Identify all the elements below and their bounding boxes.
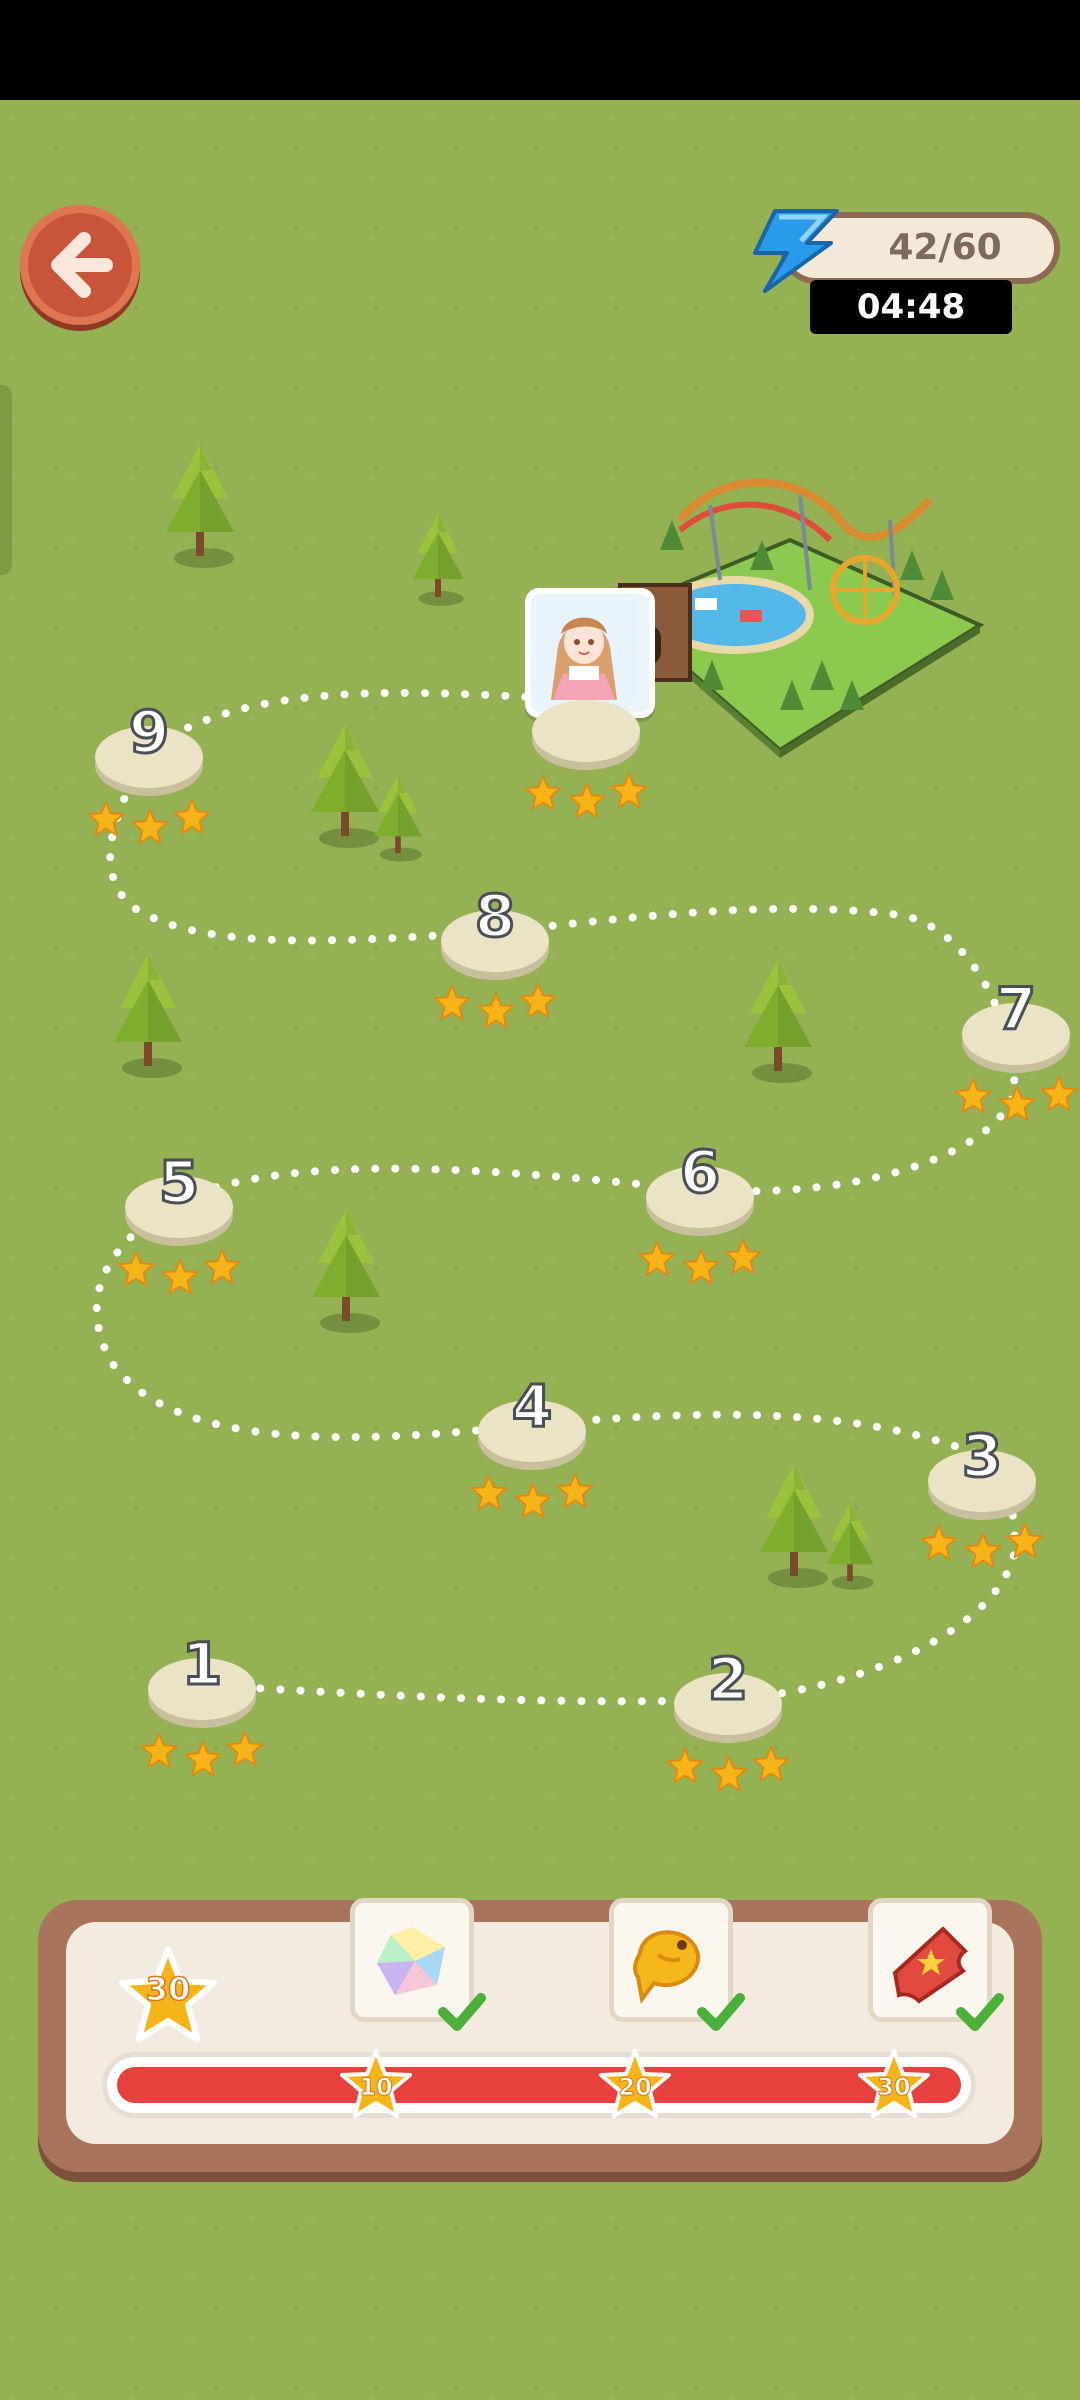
star-icon (117, 1250, 155, 1288)
milestone-star-count: 20 (618, 2073, 652, 2102)
star-icon (514, 1482, 552, 1520)
star-icon (682, 1248, 720, 1286)
level-stars (117, 1244, 243, 1295)
level-stars (638, 1234, 764, 1285)
level-stars (140, 1726, 266, 1777)
star-icon (226, 1730, 264, 1768)
level-pedestal (532, 700, 640, 762)
arrow-left-icon (51, 232, 113, 298)
pine-tree-icon (822, 1500, 878, 1595)
pine-tree-icon (108, 950, 188, 1084)
star-icon (161, 1258, 199, 1296)
level-number: 6 (678, 1137, 721, 1208)
star-icon (470, 1474, 508, 1512)
star-icon (140, 1732, 178, 1770)
star-icon (1006, 1522, 1044, 1560)
star-progress-bar (102, 2052, 976, 2118)
level-stars (524, 768, 650, 819)
star-icon (524, 774, 562, 812)
level-number: 3 (960, 1421, 1003, 1492)
star-icon (173, 798, 211, 836)
star-icon (998, 1085, 1036, 1123)
pine-tree-icon (370, 772, 426, 867)
level-number: 2 (706, 1644, 749, 1715)
level-stars (433, 978, 559, 1029)
star-icon (954, 1077, 992, 1115)
girl-avatar-icon (531, 594, 637, 700)
total-stars-count: 30 (145, 1969, 191, 2009)
star-icon (87, 800, 125, 838)
pine-tree-icon (738, 955, 818, 1089)
star-icon (556, 1472, 594, 1510)
star-icon (568, 782, 606, 820)
claimed-check-icon (697, 1993, 745, 2031)
level-number: 7 (994, 974, 1037, 1045)
star-icon (964, 1532, 1002, 1570)
energy-value: 42/60 (888, 227, 1002, 268)
back-button[interactable] (20, 205, 140, 325)
energy-timer: 04:48 (810, 280, 1012, 334)
player-avatar[interactable] (525, 588, 655, 718)
level-number: 1 (180, 1629, 223, 1700)
star-icon (203, 1248, 241, 1286)
star-icon (1040, 1075, 1078, 1113)
milestone-star-count: 30 (877, 2073, 911, 2102)
level-stars (666, 1741, 792, 1792)
level-stars (470, 1468, 596, 1519)
star-icon (710, 1755, 748, 1793)
pine-tree-icon (306, 1205, 386, 1339)
pine-tree-icon (160, 440, 240, 574)
star-icon (724, 1238, 762, 1276)
star-icon (519, 982, 557, 1020)
star-icon (638, 1240, 676, 1278)
star-icon (920, 1524, 958, 1562)
side-drawer-tab[interactable] (0, 385, 12, 575)
star-icon (184, 1740, 222, 1778)
level-stars (87, 794, 213, 845)
level-number: 9 (127, 697, 170, 768)
star-icon (610, 772, 648, 810)
star-icon (433, 984, 471, 1022)
level-number: 4 (510, 1371, 553, 1442)
level-stars (954, 1071, 1080, 1122)
amusement-park-landmark (616, 478, 985, 758)
level-number: 5 (157, 1147, 200, 1218)
star-icon (666, 1747, 704, 1785)
claimed-check-icon (438, 1993, 486, 2031)
star-icon (131, 808, 169, 846)
star-icon (752, 1745, 790, 1783)
milestone-star-count: 10 (359, 2073, 393, 2102)
pine-tree-icon (408, 510, 468, 612)
star-icon (477, 992, 515, 1030)
claimed-check-icon (956, 1993, 1004, 2031)
level-number: 8 (473, 881, 516, 952)
star-progress-fill (117, 2067, 961, 2103)
level-stars (920, 1518, 1046, 1569)
